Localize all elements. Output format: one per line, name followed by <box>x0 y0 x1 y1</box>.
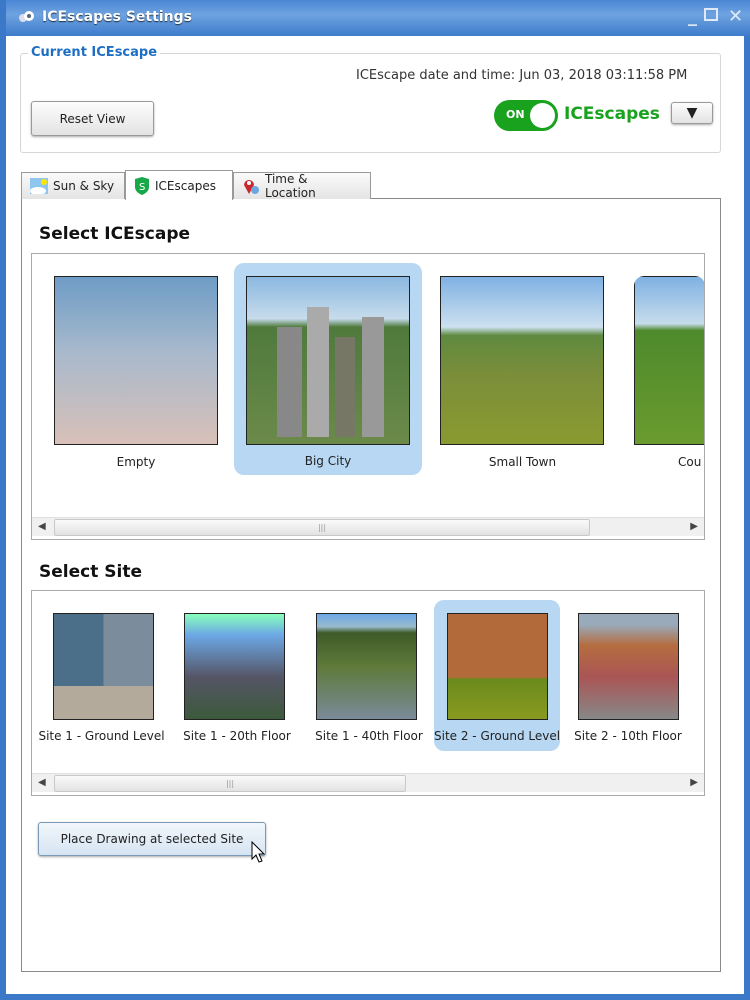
mouse-cursor-icon <box>251 841 266 863</box>
scrollbar-thumb[interactable]: ||| <box>54 775 406 792</box>
select-icescape-heading: Select ICEscape <box>39 224 191 244</box>
select-site-heading: Select Site <box>39 562 142 582</box>
icescape-item-empty[interactable]: Empty <box>33 276 218 487</box>
site-item[interactable]: Site 1 - 20th Floor <box>172 613 302 748</box>
place-drawing-button[interactable]: Place Drawing at selected Site <box>38 822 266 856</box>
icescape-scrollbar[interactable]: ◀ ||| ▶ <box>32 517 704 536</box>
icescape-list: Empty Big City Small Town Cou ◀ ||| ▶ <box>31 253 705 540</box>
item-label: Cou <box>678 455 702 469</box>
partial-thumbnail <box>634 276 704 445</box>
site-item[interactable]: Site 1 - Ground Level <box>34 613 169 748</box>
small-town-thumbnail <box>440 276 604 445</box>
icescapes-shield-icon: S <box>135 176 149 195</box>
tab-icescapes[interactable]: S ICEscapes <box>125 170 233 200</box>
scroll-right-arrow[interactable]: ▶ <box>690 777 698 788</box>
location-pin-icon <box>244 180 259 194</box>
group-label: Current ICEscape <box>28 45 161 60</box>
item-label: Big City <box>304 454 352 468</box>
site-thumbnail <box>316 613 417 720</box>
icescape-item-small-town[interactable]: Small Town <box>440 276 605 487</box>
tab-sun-sky[interactable]: Sun & Sky <box>21 172 125 199</box>
toggle-knob <box>530 103 555 128</box>
toggle-state: ON <box>506 108 525 121</box>
big-city-thumbnail <box>246 276 410 445</box>
item-label: Site 1 - Ground Level <box>38 729 165 743</box>
svg-text:S: S <box>139 182 145 193</box>
scroll-right-arrow[interactable]: ▶ <box>690 521 698 532</box>
site-thumbnail <box>53 613 154 720</box>
item-label: Small Town <box>488 455 557 469</box>
item-label: Empty <box>116 455 156 469</box>
site-item[interactable]: Site 2 - 10th Floor <box>564 613 692 748</box>
icescapes-toggle[interactable]: ON <box>494 100 558 131</box>
icescape-item-partial[interactable]: Cou <box>634 276 704 487</box>
item-label: Site 1 - 20th Floor <box>183 729 291 743</box>
window-title: ICEscapes Settings <box>42 9 192 25</box>
item-label: Site 1 - 40th Floor <box>315 729 423 743</box>
item-label: Site 2 - 10th Floor <box>574 729 682 743</box>
tab-label: Time & Location <box>264 172 316 200</box>
sun-sky-icon <box>30 178 48 194</box>
icescape-item-big-city[interactable]: Big City <box>234 263 422 475</box>
tab-label: ICEscapes <box>155 178 216 193</box>
maximize-button[interactable] <box>704 8 718 21</box>
site-scrollbar[interactable]: ◀ ||| ▶ <box>32 773 704 792</box>
tab-time-location[interactable]: Time & Location <box>233 172 371 200</box>
icescape-datetime: ICEscape date and time: Jun 03, 2018 03:… <box>356 68 688 83</box>
site-list: Site 1 - Ground Level Site 1 - 20th Floo… <box>31 590 705 796</box>
minimize-button[interactable]: _ <box>688 6 697 27</box>
empty-thumbnail <box>54 276 218 445</box>
dropdown-button[interactable]: ▼ <box>671 102 713 124</box>
close-button[interactable]: ✕ <box>728 6 743 27</box>
scrollbar-thumb[interactable]: ||| <box>54 519 590 536</box>
scroll-left-arrow[interactable]: ◀ <box>38 777 46 788</box>
site-thumbnail <box>447 613 548 720</box>
site-item[interactable]: Site 1 - 40th Floor <box>304 613 434 748</box>
tab-label: Sun & Sky <box>53 179 115 193</box>
reset-view-button[interactable]: Reset View <box>31 101 154 136</box>
app-icon <box>19 11 34 22</box>
title-bar[interactable]: ICEscapes Settings _ ✕ <box>6 0 750 36</box>
item-label: Site 2 - Ground Level <box>434 729 561 743</box>
site-thumbnail <box>578 613 679 720</box>
site-thumbnail <box>184 613 285 720</box>
toggle-label: ICEscapes <box>564 104 660 124</box>
site-item[interactable]: Site 2 - Ground Level <box>434 600 560 751</box>
scroll-left-arrow[interactable]: ◀ <box>38 521 46 532</box>
